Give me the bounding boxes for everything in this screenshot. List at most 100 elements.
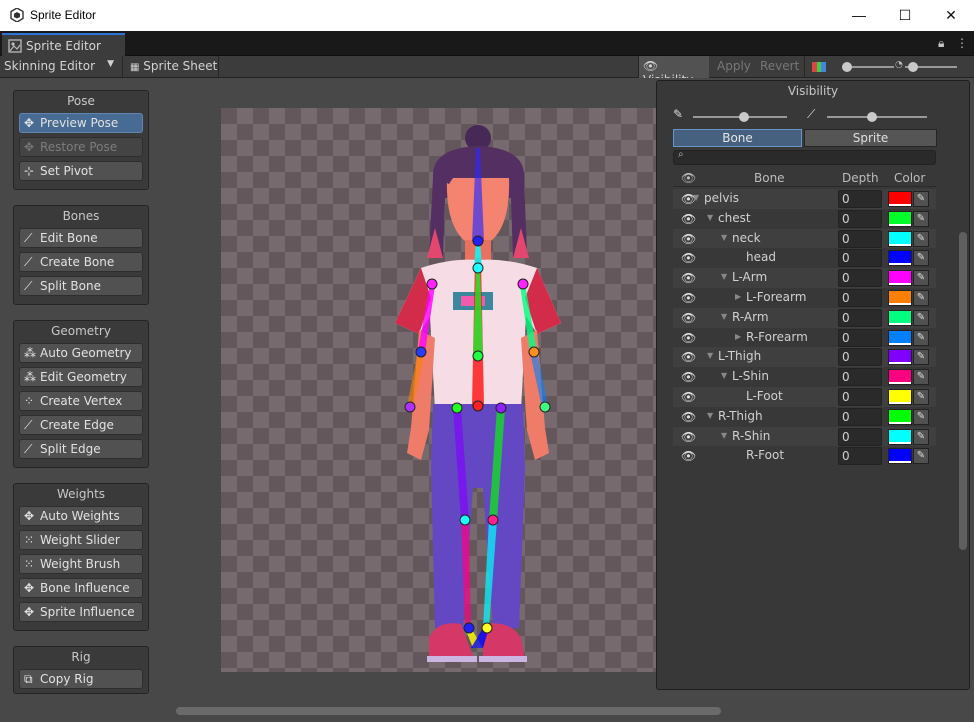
mesh-opacity-slider-knob[interactable]: [867, 112, 877, 122]
tab-bone[interactable]: Bone: [673, 129, 802, 147]
eyedropper-icon[interactable]: ✎: [913, 210, 929, 227]
vertical-scrollbar[interactable]: [959, 232, 967, 550]
color-swatch[interactable]: [888, 230, 912, 247]
bone-row-chest[interactable]: 👁︎ ▼ chest 0 ✎: [673, 209, 936, 229]
bone-influence-button[interactable]: ✥ Bone Influence: [19, 578, 143, 598]
bone-row-r-thigh[interactable]: 👁︎ ▼ R-Thigh 0 ✎: [673, 407, 936, 427]
expand-arrow-icon[interactable]: ▼: [707, 351, 713, 360]
expand-arrow-icon[interactable]: ▼: [707, 213, 713, 222]
restore-pose-button[interactable]: ✥ Restore Pose: [19, 137, 143, 157]
horizontal-scrollbar[interactable]: [176, 707, 721, 715]
joint-r-shin[interactable]: [487, 514, 499, 526]
weight-slider-button[interactable]: ⁙ Weight Slider: [19, 530, 143, 550]
eye-icon[interactable]: 👁︎: [681, 291, 696, 305]
eyedropper-icon[interactable]: ✎: [913, 270, 929, 287]
sprite-influence-button[interactable]: ✥ Sprite Influence: [19, 602, 143, 622]
color-swatch[interactable]: [888, 250, 912, 267]
tab-sprite[interactable]: Sprite: [804, 129, 937, 147]
eyedropper-icon[interactable]: ✎: [913, 230, 929, 247]
depth-field[interactable]: 0: [838, 427, 882, 446]
expand-arrow-icon[interactable]: ▼: [721, 233, 727, 242]
bone-row-l-thigh[interactable]: 👁︎ ▼ L-Thigh 0 ✎: [673, 347, 936, 368]
color-swatch[interactable]: [888, 448, 912, 465]
bone-row-l-shin[interactable]: 👁︎ ▼ L-Shin 0 ✎: [673, 367, 936, 387]
color-swatch[interactable]: [888, 428, 912, 445]
minimize-button[interactable]: —: [836, 0, 882, 31]
depth-field[interactable]: 0: [838, 387, 882, 406]
zoom-slider-knob[interactable]: [842, 62, 852, 72]
bone-row-l-forearm[interactable]: 👁︎ ▶ L-Forearm 0 ✎: [673, 288, 936, 308]
close-button[interactable]: ✕: [928, 0, 974, 31]
revert-button[interactable]: Revert: [756, 56, 803, 78]
split-edge-button[interactable]: ⟋ Split Edge: [19, 439, 143, 459]
split-bone-button[interactable]: ⟋ Split Bone: [19, 276, 143, 296]
eyedropper-icon[interactable]: ✎: [913, 448, 929, 465]
expand-arrow-icon[interactable]: ▶: [735, 292, 741, 301]
mode-dropdown[interactable]: Skinning Editor ▼: [0, 56, 120, 78]
mesh-opacity-slider-track[interactable]: [827, 116, 927, 118]
eye-icon[interactable]: 👁︎: [681, 212, 696, 226]
joint-r-foot[interactable]: [481, 622, 493, 634]
bone-row-head[interactable]: 👁︎ head 0 ✎: [673, 248, 936, 268]
depth-field[interactable]: 0: [838, 328, 882, 347]
joint-r-arm[interactable]: [517, 278, 529, 290]
eye-icon[interactable]: 👁︎: [681, 430, 696, 444]
eye-icon[interactable]: 👁︎: [681, 232, 696, 246]
joint-head[interactable]: [472, 235, 484, 247]
eyedropper-icon[interactable]: ✎: [913, 428, 929, 445]
set-pivot-button[interactable]: ⊹ Set Pivot: [19, 161, 143, 181]
apply-button[interactable]: Apply: [713, 56, 755, 78]
joint-l-forearm[interactable]: [415, 346, 427, 358]
bone-search-input[interactable]: ⌕: [673, 149, 936, 165]
depth-field[interactable]: 0: [838, 190, 882, 208]
create-edge-button[interactable]: ⟋ Create Edge: [19, 415, 143, 435]
joint-pelvis[interactable]: [472, 400, 484, 412]
eyedropper-icon[interactable]: ✎: [913, 329, 929, 346]
eyedropper-icon[interactable]: ✎: [913, 309, 929, 326]
depth-field[interactable]: 0: [838, 308, 882, 327]
depth-field[interactable]: 0: [838, 368, 882, 387]
joint-r-thigh[interactable]: [495, 402, 507, 414]
joint-l-arm[interactable]: [426, 278, 438, 290]
eyedropper-icon[interactable]: ✎: [913, 388, 929, 405]
joint-l-foot[interactable]: [463, 622, 475, 634]
eye-icon[interactable]: 👁︎: [681, 251, 696, 265]
eyedropper-icon[interactable]: ✎: [913, 191, 929, 207]
sprite-sheet-button[interactable]: ▦ Sprite Sheet: [126, 56, 221, 78]
copy-rig-button[interactable]: ⧉ Copy Rig: [19, 669, 143, 689]
depth-field[interactable]: 0: [838, 288, 882, 307]
color-swatch[interactable]: [888, 270, 912, 287]
bone-row-l-arm[interactable]: 👁︎ ▼ L-Arm 0 ✎: [673, 268, 936, 288]
color-mode-button[interactable]: [808, 56, 830, 78]
color-swatch[interactable]: [888, 210, 912, 227]
eye-icon[interactable]: 👁︎: [681, 410, 696, 424]
depth-field[interactable]: 0: [838, 269, 882, 288]
eye-icon[interactable]: 👁︎: [681, 350, 696, 364]
expand-arrow-icon[interactable]: ▼: [693, 193, 699, 202]
eye-icon[interactable]: 👁︎: [681, 331, 696, 345]
expand-arrow-icon[interactable]: ▼: [721, 431, 727, 440]
visibility-column-eye-icon[interactable]: 👁︎: [681, 171, 696, 185]
color-swatch[interactable]: [888, 191, 912, 207]
joint-l-thigh[interactable]: [451, 402, 463, 414]
joint-l-hand[interactable]: [404, 401, 416, 413]
eyedropper-icon[interactable]: ✎: [913, 289, 929, 306]
color-swatch[interactable]: [888, 289, 912, 306]
color-swatch[interactable]: [888, 388, 912, 405]
preview-pose-button[interactable]: ✥ Preview Pose: [19, 113, 143, 133]
eye-icon[interactable]: 👁︎: [681, 390, 696, 404]
depth-field[interactable]: 0: [838, 209, 882, 228]
joint-neck[interactable]: [472, 262, 484, 274]
color-swatch[interactable]: [888, 349, 912, 366]
depth-field[interactable]: 0: [838, 249, 882, 268]
tab-sprite-editor[interactable]: Sprite Editor: [2, 33, 125, 56]
bone-row-neck[interactable]: 👁︎ ▼ neck 0 ✎: [673, 228, 936, 249]
depth-field[interactable]: 0: [838, 348, 882, 367]
expand-arrow-icon[interactable]: ▼: [721, 272, 727, 281]
expand-arrow-icon[interactable]: ▼: [721, 371, 727, 380]
expand-arrow-icon[interactable]: ▼: [721, 312, 727, 321]
color-swatch[interactable]: [888, 309, 912, 326]
bone-row-r-arm[interactable]: 👁︎ ▼ R-Arm 0 ✎: [673, 307, 936, 328]
bone-row-l-foot[interactable]: 👁︎ L-Foot 0 ✎: [673, 386, 936, 407]
bone-row-r-shin[interactable]: 👁︎ ▼ R-Shin 0 ✎: [673, 426, 936, 447]
